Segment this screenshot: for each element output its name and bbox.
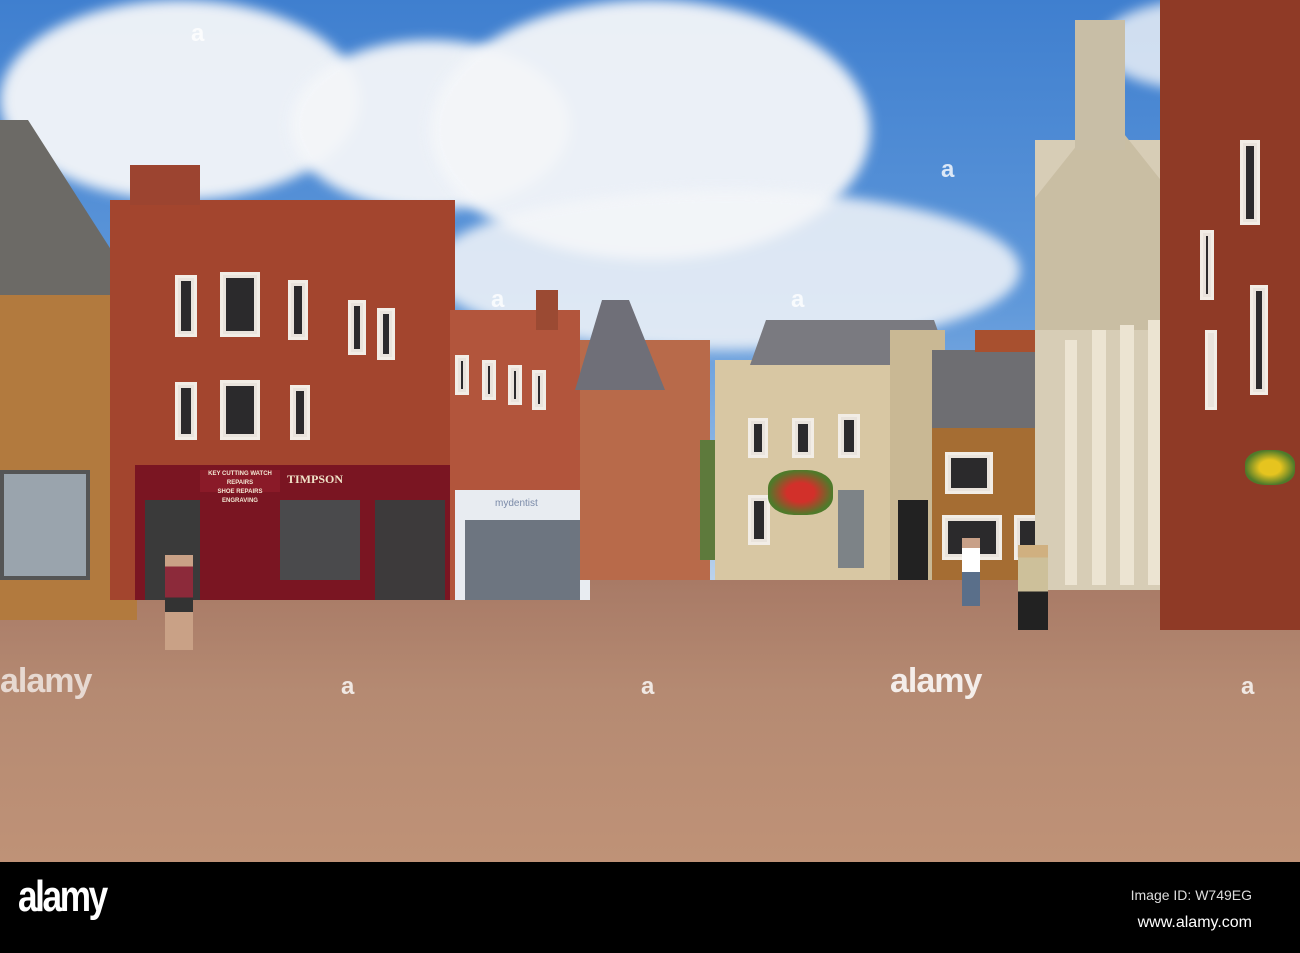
pedestrian: [165, 555, 193, 650]
watermark-logo: a: [941, 156, 955, 183]
hanging-flower-basket: [768, 470, 833, 515]
watermark-logo: a: [1241, 673, 1255, 700]
watermark-logo: a: [341, 673, 355, 700]
website-url: www.alamy.com: [1137, 914, 1252, 931]
watermark-logo: a: [191, 20, 205, 47]
image-id: Image ID: W749EG: [1130, 887, 1252, 903]
cyclist: [1018, 545, 1048, 630]
watermark-logo: a: [641, 673, 655, 700]
timpson-services-sign: KEY CUTTING WATCH REPAIRS SHOE REPAIRS E…: [200, 470, 280, 504]
watermark-alamy: alamy: [0, 662, 92, 700]
brick-pavement: [0, 580, 1300, 862]
watermark-logo: a: [791, 286, 805, 313]
alamy-logo: alamy: [18, 872, 108, 921]
town-square-photo: KEY CUTTING WATCH REPAIRS SHOE REPAIRS E…: [0, 0, 1300, 862]
dentist-shopfront: mydentist: [455, 490, 590, 600]
pedestrian: [962, 538, 980, 606]
watermark-alamy: alamy: [890, 662, 982, 700]
right-brick-building: [1160, 0, 1300, 630]
footer-band: alamy Image ID: W749EG www.alamy.com: [0, 862, 1300, 953]
watermark-logo: a: [491, 286, 505, 313]
timpson-sign: TIMPSON: [287, 472, 344, 486]
